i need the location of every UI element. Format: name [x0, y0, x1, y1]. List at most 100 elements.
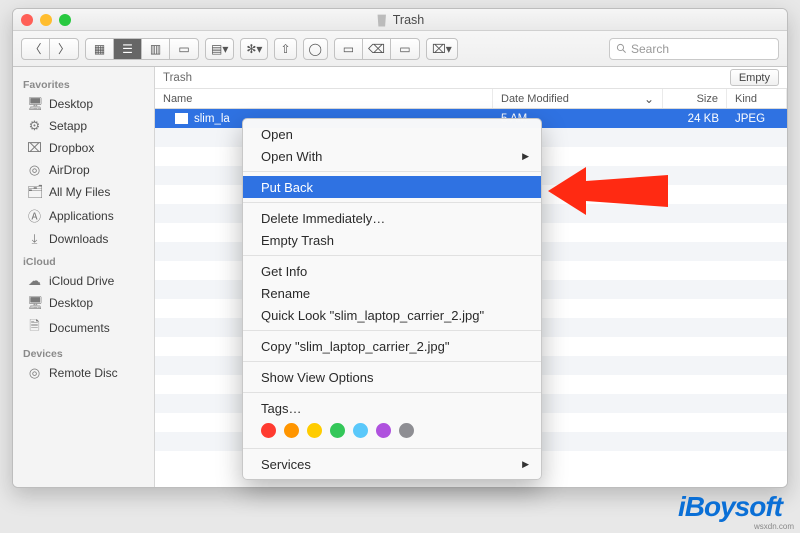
trash-icon — [376, 13, 388, 27]
sidebar-item-icon: 🖥 — [27, 96, 42, 112]
file-name: slim_la — [194, 113, 230, 125]
menu-separator — [243, 330, 541, 331]
menu-item[interactable]: Put Back — [243, 176, 541, 198]
sidebar-item[interactable]: 🖥Desktop — [13, 93, 154, 115]
sidebar-item[interactable]: ☁ iCloud Drive — [13, 270, 154, 292]
share-icon: ⇧ — [280, 43, 290, 55]
icon-view-icon: ▦ — [94, 43, 105, 55]
sidebar-item-icon: ☁ — [27, 273, 42, 289]
sidebar-item-label: Dropbox — [49, 141, 94, 155]
tags-button[interactable]: ◯ — [303, 38, 328, 60]
menu-item[interactable]: Open — [243, 123, 541, 145]
minimize-window-button[interactable] — [40, 14, 52, 26]
back-icon: 〈 — [29, 43, 41, 55]
tag-swatch[interactable] — [353, 423, 368, 438]
zoom-window-button[interactable] — [59, 14, 71, 26]
sidebar-item-icon: ◎ — [27, 365, 42, 381]
column-name[interactable]: Name — [155, 89, 493, 108]
sidebar-item[interactable]: 🖥 Desktop — [13, 292, 154, 314]
sidebar-item-label: All My Files — [49, 185, 110, 199]
sidebar-item-icon: ◎ — [27, 162, 42, 178]
watermark-logo: iBoysoft — [678, 491, 782, 523]
sidebar-item-icon: ⤓ — [27, 231, 42, 247]
close-window-button[interactable] — [21, 14, 33, 26]
sidebar-item-label: Documents — [49, 321, 110, 335]
column-kind[interactable]: Kind — [727, 89, 787, 108]
folder-icon: ▭ — [343, 43, 354, 55]
folder-tools[interactable]: ▭ ⌫ ▭ — [334, 38, 420, 60]
gallery-view-icon: ▭ — [178, 43, 189, 55]
tag-swatch[interactable] — [307, 423, 322, 438]
menu-item[interactable]: Services — [243, 453, 541, 475]
menu-item[interactable]: Empty Trash — [243, 229, 541, 251]
menu-separator — [243, 392, 541, 393]
search-icon — [616, 43, 627, 54]
menu-tags-row — [243, 419, 541, 444]
menu-item[interactable]: Tags… — [243, 397, 541, 419]
menu-separator — [243, 361, 541, 362]
path-location: Trash — [163, 72, 192, 84]
share-button[interactable]: ⇧ — [274, 38, 296, 60]
window-controls — [21, 14, 71, 26]
chevron-down-icon: ⌄ — [644, 93, 654, 105]
dropbox-icon: ⌧▾ — [432, 43, 452, 55]
tag-swatch[interactable] — [261, 423, 276, 438]
action-button[interactable]: ✻▾ — [240, 38, 268, 60]
sidebar-item[interactable]: ⚙ Setapp — [13, 115, 154, 137]
gear-icon: ✻▾ — [246, 43, 262, 55]
menu-item[interactable]: Get Info — [243, 260, 541, 282]
nav-back-forward[interactable]: 〈 〉 — [21, 38, 79, 60]
delete-icon: ⌫ — [368, 43, 385, 55]
forward-icon: 〉 — [58, 43, 70, 55]
empty-trash-button[interactable]: Empty — [730, 69, 779, 86]
sidebar-item-label: Desktop — [49, 296, 93, 310]
tag-swatch[interactable] — [330, 423, 345, 438]
path-bar: Trash Empty — [155, 67, 787, 89]
menu-item[interactable]: Show View Options — [243, 366, 541, 388]
search-placeholder: Search — [631, 42, 669, 56]
menu-item[interactable]: Quick Look "slim_laptop_carrier_2.jpg" — [243, 304, 541, 326]
menu-item[interactable]: Delete Immediately… — [243, 207, 541, 229]
context-menu: OpenOpen With Put Back Delete Immediately…… — [242, 118, 542, 480]
sidebar-item[interactable]: 🗂 All My Files — [13, 181, 154, 203]
toolbar: 〈 〉 ▦ ☰ ▥ ▭ ▤▾ ✻▾ ⇧ ◯ ▭ ⌫ ▭ ⌧▾ Search — [13, 31, 787, 67]
sidebar-item-label: Downloads — [49, 232, 108, 246]
window-title-text: Trash — [393, 13, 425, 27]
sidebar-item[interactable]: ◎ AirDrop — [13, 159, 154, 181]
sidebar-item[interactable]: ⤓ Downloads — [13, 228, 154, 250]
sidebar-item-icon: 🗂 — [27, 184, 42, 200]
file-thumbnail-icon — [175, 113, 188, 124]
view-mode-segmented[interactable]: ▦ ☰ ▥ ▭ — [85, 38, 199, 60]
sidebar-item[interactable]: ⒶApplications — [13, 203, 154, 228]
dropbox-button[interactable]: ⌧▾ — [426, 38, 458, 60]
tag-swatch[interactable] — [284, 423, 299, 438]
sidebar-item[interactable]: 🗎Documents — [13, 314, 154, 342]
file-size: 24 KB — [663, 113, 727, 125]
sidebar-item-icon: 🖥 — [27, 295, 42, 311]
menu-item[interactable]: Copy "slim_laptop_carrier_2.jpg" — [243, 335, 541, 357]
sidebar-item-label: Setapp — [49, 119, 87, 133]
sidebar-item-label: iCloud Drive — [49, 274, 114, 288]
column-size[interactable]: Size — [663, 89, 727, 108]
menu-item[interactable]: Open With — [243, 145, 541, 167]
sidebar-item-label: Applications — [49, 209, 114, 223]
column-date-modified[interactable]: Date Modified⌄ — [493, 89, 663, 108]
window-title: Trash — [13, 13, 787, 27]
menu-separator — [243, 448, 541, 449]
sidebar-heading: Devices — [13, 342, 154, 362]
tag-swatch[interactable] — [399, 423, 414, 438]
search-field[interactable]: Search — [609, 38, 779, 60]
tag-icon: ◯ — [309, 43, 322, 55]
tag-swatch[interactable] — [376, 423, 391, 438]
titlebar: Trash — [13, 9, 787, 31]
sidebar-heading: Favorites — [13, 73, 154, 93]
arrange-button[interactable]: ▤▾ — [205, 38, 234, 60]
sidebar-item[interactable]: ◎Remote Disc — [13, 362, 154, 384]
menu-item[interactable]: Rename — [243, 282, 541, 304]
sidebar-item-icon: ⚙ — [27, 118, 42, 134]
sidebar-item[interactable]: ⌧Dropbox — [13, 137, 154, 159]
sidebar-heading: iCloud — [13, 250, 154, 270]
list-view-icon: ☰ — [122, 43, 133, 55]
column-view-icon: ▥ — [150, 43, 161, 55]
sidebar-item-label: AirDrop — [49, 163, 90, 177]
